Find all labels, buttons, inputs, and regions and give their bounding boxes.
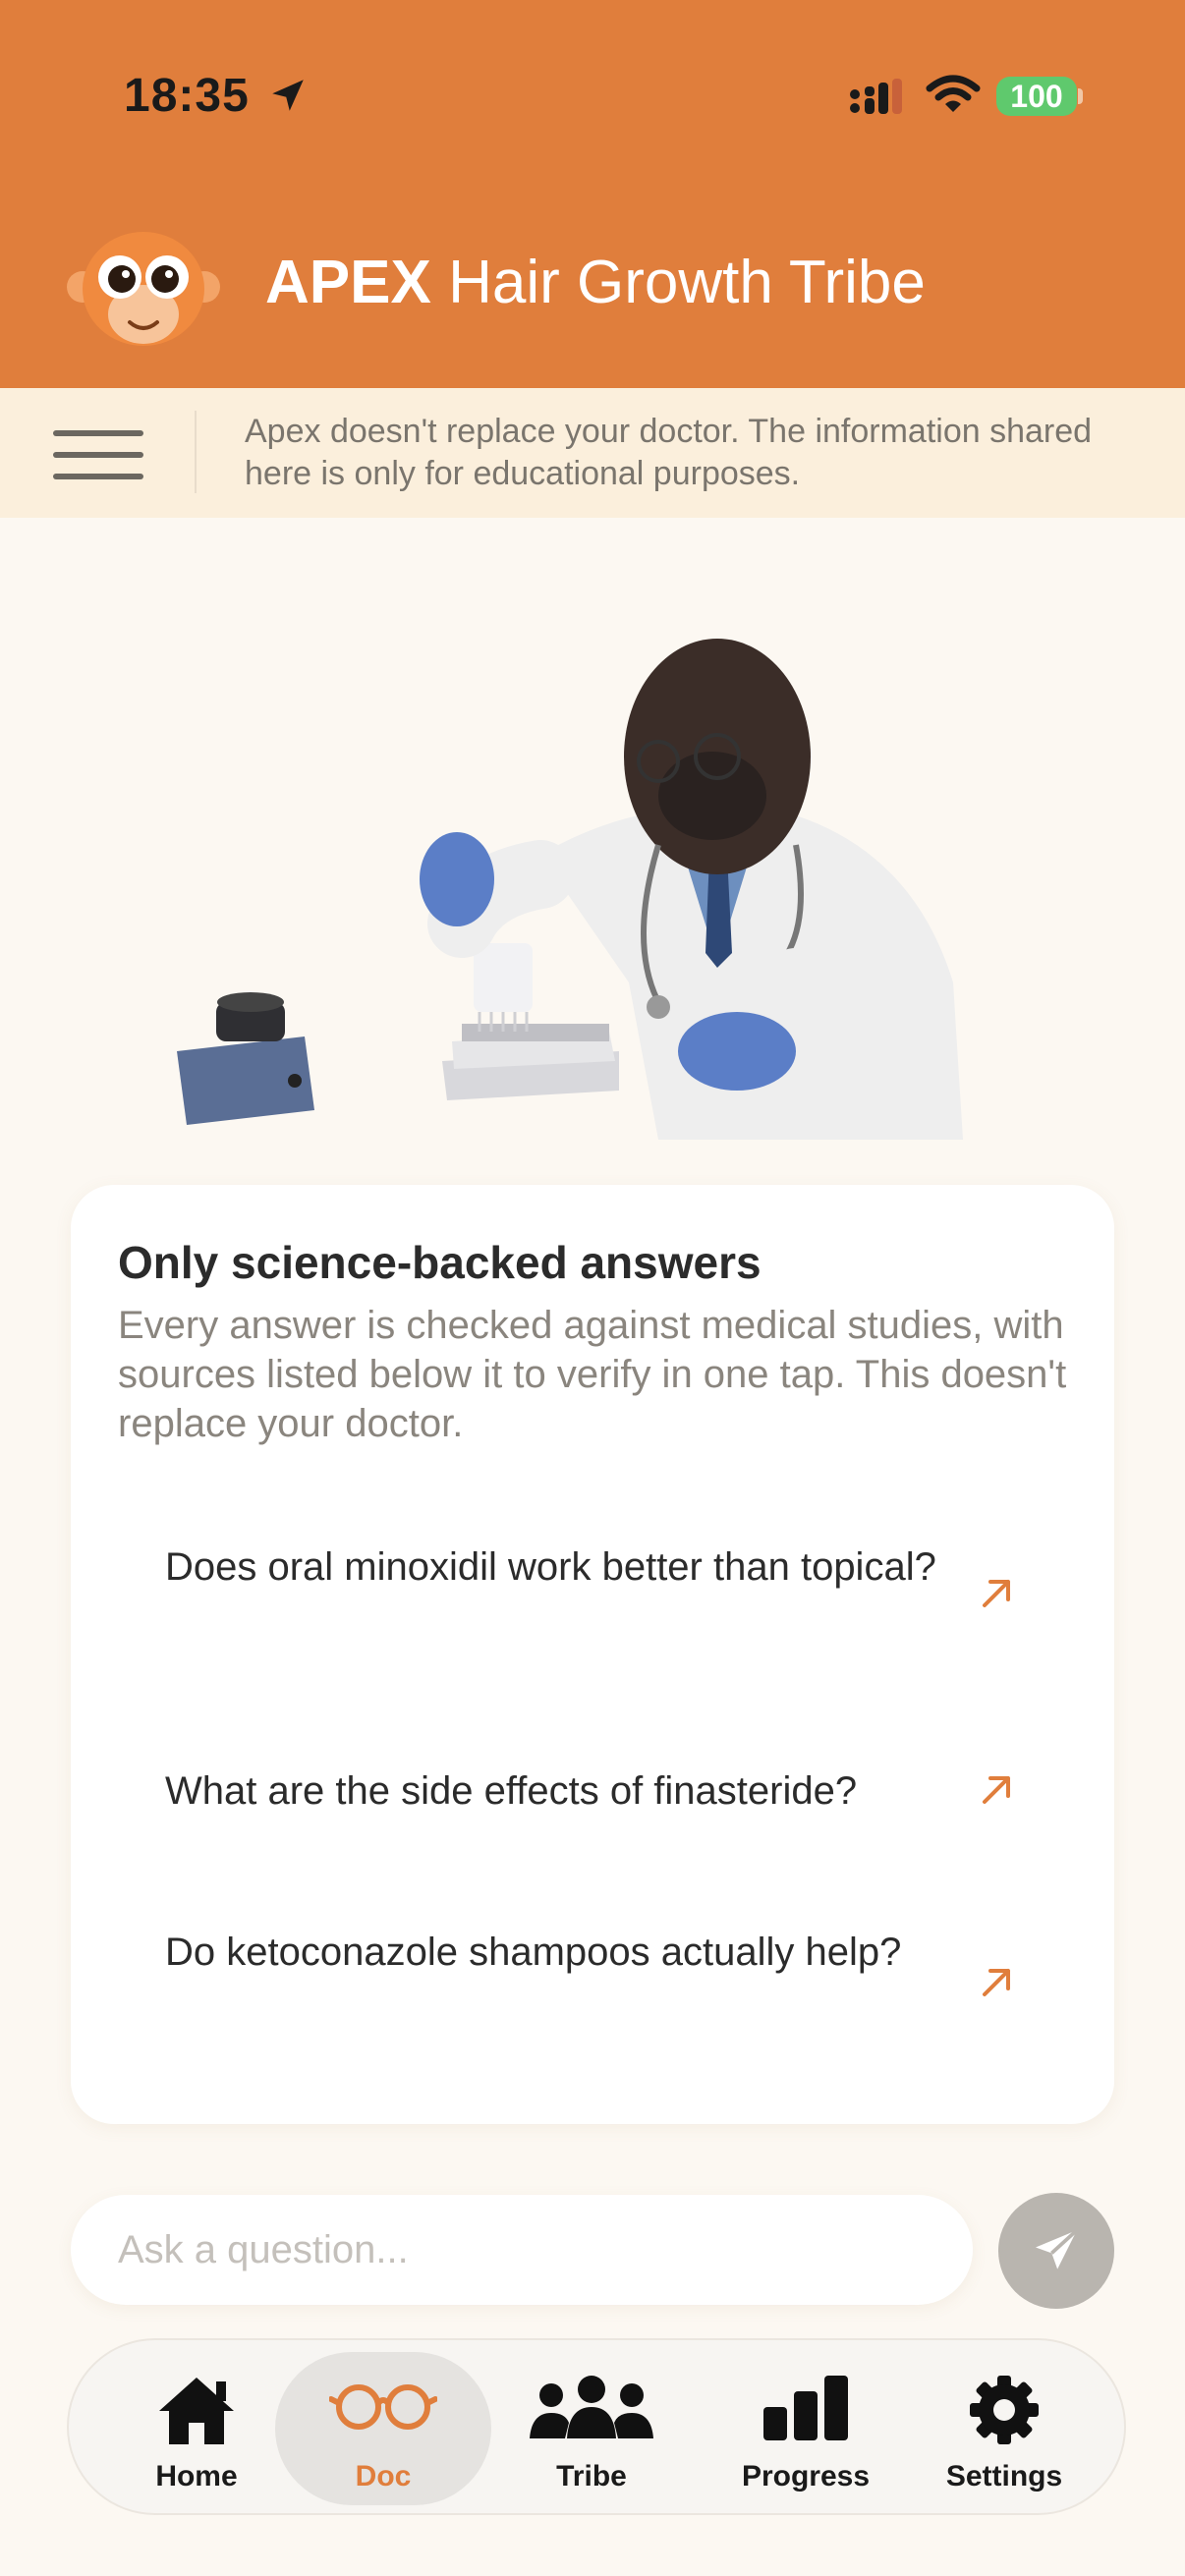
nav-label: Doc [355, 2460, 412, 2492]
arrow-up-right-icon[interactable] [977, 1770, 1016, 1810]
card-subtitle: Every answer is checked against medical … [118, 1304, 1067, 1445]
glasses-icon [329, 2384, 437, 2430]
monkey-logo-icon [67, 232, 220, 346]
arrow-up-right-icon[interactable] [977, 1963, 1016, 2002]
brand-name: APEX [265, 249, 431, 316]
gear-icon [970, 2376, 1039, 2444]
nav-doc[interactable]: Doc [275, 2352, 491, 2505]
nav-tribe[interactable]: Tribe [483, 2352, 700, 2505]
cellular-signal-icon [850, 79, 902, 114]
wifi-icon [926, 75, 981, 112]
suggested-question[interactable]: What are the side effects of finasteride… [165, 1766, 1049, 1816]
battery-tip [1078, 88, 1083, 104]
send-icon [1036, 2228, 1079, 2269]
ask-question-input[interactable] [71, 2195, 973, 2305]
status-time: 18:35 [124, 70, 250, 122]
arrow-up-right-icon[interactable] [977, 1574, 1016, 1613]
hamburger-menu-icon[interactable] [53, 430, 143, 481]
nav-label: Tribe [556, 2460, 627, 2492]
nav-label: Settings [945, 2460, 1063, 2492]
location-arrow-icon [272, 80, 304, 111]
people-icon [530, 2376, 653, 2438]
gorilla-scientist-illustration [177, 639, 963, 1140]
nav-label: Progress [741, 2460, 871, 2492]
app-title: APEX Hair Growth Tribe [265, 248, 926, 317]
bar-chart-icon [763, 2376, 848, 2440]
card-title: Only science-backed answers [118, 1237, 762, 1288]
suggested-question[interactable]: Does oral minoxidil work better than top… [165, 1542, 1049, 1592]
nav-settings[interactable]: Settings [896, 2352, 1112, 2505]
app-subtitle: Hair Growth Tribe [448, 249, 926, 316]
nav-progress[interactable]: Progress [698, 2352, 914, 2505]
suggested-question[interactable]: Do ketoconazole shampoos actually help? [165, 1928, 1049, 1977]
divider [195, 411, 197, 493]
nav-home[interactable]: Home [88, 2352, 305, 2505]
science-info-card: Only science-backed answers Every answer… [71, 1185, 1114, 2124]
disclaimer-text: Apex doesn't replace your doctor. The in… [245, 413, 1093, 492]
home-icon [159, 2378, 234, 2444]
battery-indicator: 100 [996, 77, 1077, 116]
nav-label: Home [155, 2460, 238, 2492]
send-button[interactable] [998, 2193, 1114, 2309]
bottom-nav: Home Doc Tribe Progress Settings [67, 2338, 1126, 2515]
